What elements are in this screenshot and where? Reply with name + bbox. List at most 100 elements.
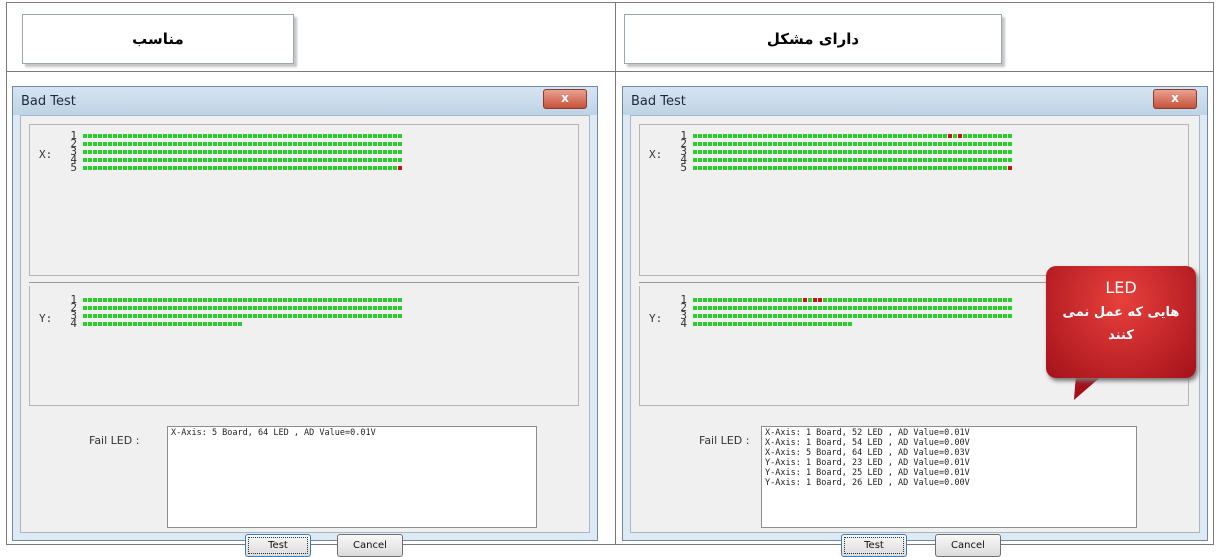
led-ok [113, 306, 117, 310]
led-ok [783, 306, 787, 310]
led-ok [948, 150, 952, 154]
led-ok [973, 298, 977, 302]
cancel-button[interactable]: Cancel [935, 534, 1001, 557]
led-ok [308, 166, 312, 170]
led-ok [373, 142, 377, 146]
led-row [83, 166, 402, 171]
led-ok [938, 134, 942, 138]
led-row [83, 150, 402, 155]
fail-led-label: Fail LED : [89, 434, 140, 447]
cancel-button[interactable]: Cancel [337, 534, 403, 557]
led-ok [878, 298, 882, 302]
led-ok [83, 298, 87, 302]
led-ok [758, 134, 762, 138]
led-ok [173, 306, 177, 310]
led-ok [908, 134, 912, 138]
led-ok [728, 166, 732, 170]
led-ok [188, 306, 192, 310]
close-button[interactable]: x [1153, 89, 1197, 109]
led-ok [753, 134, 757, 138]
led-ok [248, 314, 252, 318]
led-ok [738, 306, 742, 310]
led-ok [393, 150, 397, 154]
led-ok [838, 298, 842, 302]
led-ok [248, 306, 252, 310]
led-ok [103, 322, 107, 326]
led-ok [153, 322, 157, 326]
led-ok [933, 158, 937, 162]
led-ok [843, 322, 847, 326]
led-ok [698, 306, 702, 310]
led-ok [978, 314, 982, 318]
led-ok [868, 142, 872, 146]
led-ok [218, 298, 222, 302]
led-ok [968, 298, 972, 302]
led-ok [108, 158, 112, 162]
led-ok [848, 142, 852, 146]
fail-led-list[interactable]: X-Axis: 1 Board, 52 LED , AD Value=0.01V… [761, 426, 1137, 528]
led-ok [173, 142, 177, 146]
led-ok [773, 134, 777, 138]
led-ok [218, 158, 222, 162]
led-ok [693, 158, 697, 162]
led-ok [228, 150, 232, 154]
close-button[interactable]: x [543, 89, 587, 109]
led-ok [728, 150, 732, 154]
title-bar: Bad Test x [623, 87, 1207, 115]
led-ok [308, 314, 312, 318]
led-ok [988, 306, 992, 310]
led-ok [183, 166, 187, 170]
led-ok [208, 298, 212, 302]
led-ok [98, 322, 102, 326]
led-ok [113, 158, 117, 162]
led-ok [768, 166, 772, 170]
led-ok [198, 314, 202, 318]
led-ok [183, 298, 187, 302]
led-ok [838, 134, 842, 138]
led-ok [253, 134, 257, 138]
fail-led-list[interactable]: X-Axis: 5 Board, 64 LED , AD Value=0.01V [167, 426, 537, 528]
led-ok [708, 298, 712, 302]
led-ok [118, 158, 122, 162]
led-ok [743, 166, 747, 170]
led-ok [228, 166, 232, 170]
callout-line-3: کنند [1108, 328, 1134, 343]
led-ok [763, 158, 767, 162]
led-ok [113, 134, 117, 138]
led-ok [248, 150, 252, 154]
led-ok [898, 306, 902, 310]
led-ok [783, 298, 787, 302]
x-axis-label: X: [39, 148, 53, 161]
led-ok [798, 306, 802, 310]
led-ok [183, 142, 187, 146]
led-ok [703, 158, 707, 162]
led-ok [983, 134, 987, 138]
led-ok [978, 166, 982, 170]
led-ok [98, 158, 102, 162]
led-ok [218, 314, 222, 318]
led-ok [1008, 314, 1012, 318]
test-button[interactable]: Test [245, 534, 311, 557]
led-ok [123, 306, 127, 310]
led-ok [788, 322, 792, 326]
led-ok [763, 142, 767, 146]
led-ok [703, 306, 707, 310]
led-ok [313, 142, 317, 146]
led-ok [153, 134, 157, 138]
led-ok [318, 306, 322, 310]
led-row [83, 158, 402, 163]
led-ok [138, 298, 142, 302]
led-ok [778, 298, 782, 302]
led-ok [138, 134, 142, 138]
led-ok [303, 142, 307, 146]
led-ok [838, 158, 842, 162]
led-ok [773, 150, 777, 154]
led-ok [188, 314, 192, 318]
led-ok [948, 306, 952, 310]
led-ok [288, 166, 292, 170]
y-axis-panel [29, 286, 579, 406]
led-ok [943, 314, 947, 318]
led-ok [703, 298, 707, 302]
test-button[interactable]: Test [841, 534, 907, 557]
led-ok [378, 158, 382, 162]
